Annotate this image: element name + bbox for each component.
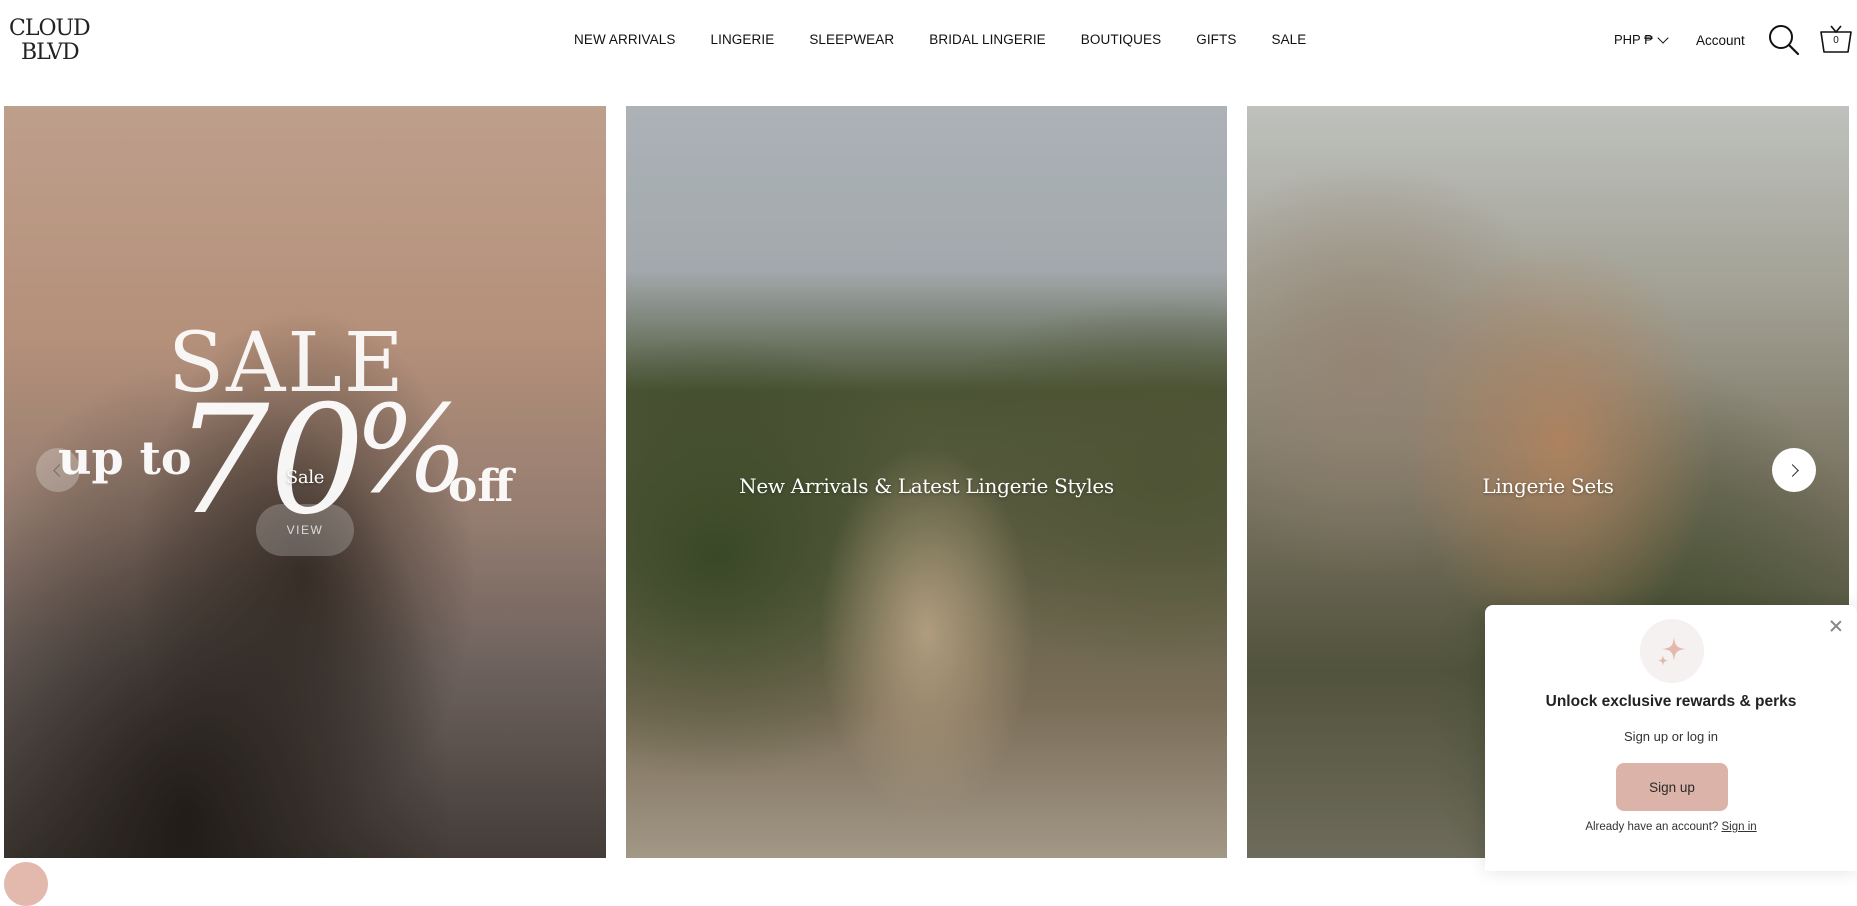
chevron-down-icon <box>1657 31 1669 44</box>
logo-line-1: CLOUD <box>9 16 91 41</box>
view-button[interactable]: VIEW <box>256 504 354 556</box>
account-link[interactable]: Account <box>1696 33 1745 48</box>
sign-up-button[interactable]: Sign up <box>1616 763 1728 811</box>
nav-bridal-lingerie[interactable]: BRIDAL LINGERIE <box>929 32 1046 47</box>
chevron-left-icon <box>53 463 66 477</box>
search-icon[interactable] <box>1768 24 1800 56</box>
nav-sale[interactable]: SALE <box>1271 32 1306 47</box>
nav-sleepwear[interactable]: SLEEPWEAR <box>809 32 894 47</box>
carousel-next-button[interactable] <box>1772 448 1816 492</box>
sale-panel[interactable]: SALE up to 70 % off Sale VIEW <box>4 106 606 858</box>
popup-title: Unlock exclusive rewards & perks <box>1545 693 1797 710</box>
cart-count: 0 <box>1833 35 1839 46</box>
site-header: CLOUD BLVD NEW ARRIVALS LINGERIE SLEEPWE… <box>0 0 1857 84</box>
popup-subtitle: Sign up or log in <box>1624 729 1718 744</box>
nav-new-arrivals[interactable]: NEW ARRIVALS <box>574 32 675 47</box>
currency-label: PHP ₱ <box>1614 32 1653 47</box>
nav-lingerie[interactable]: LINGERIE <box>710 32 774 47</box>
panel-title-new-arrivals: New Arrivals & Latest Lingerie Styles <box>739 474 1114 498</box>
popup-footer-text: Already have an account? <box>1585 821 1719 833</box>
sparkle-glyph <box>1658 637 1686 666</box>
currency-selector[interactable]: PHP ₱ <box>1614 31 1669 47</box>
logo-line-2: BLVD <box>21 40 80 65</box>
rewards-popup: Unlock exclusive rewards & perks Sign up… <box>1485 605 1857 871</box>
panel-title-sale: Sale <box>285 467 325 488</box>
chevron-right-icon <box>1786 463 1799 477</box>
logo[interactable]: CLOUD BLVD <box>9 16 91 65</box>
sparkle-icon <box>1640 619 1704 683</box>
chat-launcher[interactable] <box>4 862 48 906</box>
popup-footer: Already have an account? Sign in <box>1485 821 1857 833</box>
carousel-prev-button[interactable] <box>36 448 80 492</box>
main-nav: NEW ARRIVALS LINGERIE SLEEPWEAR BRIDAL L… <box>574 32 1341 47</box>
close-icon[interactable] <box>1829 619 1843 633</box>
new-arrivals-panel[interactable]: New Arrivals & Latest Lingerie Styles <box>626 106 1227 858</box>
panel-title-lingerie-sets: Lingerie Sets <box>1482 474 1614 498</box>
nav-boutiques[interactable]: BOUTIQUES <box>1081 32 1161 47</box>
nav-gifts[interactable]: GIFTS <box>1196 32 1236 47</box>
sign-in-link[interactable]: Sign in <box>1722 821 1757 833</box>
